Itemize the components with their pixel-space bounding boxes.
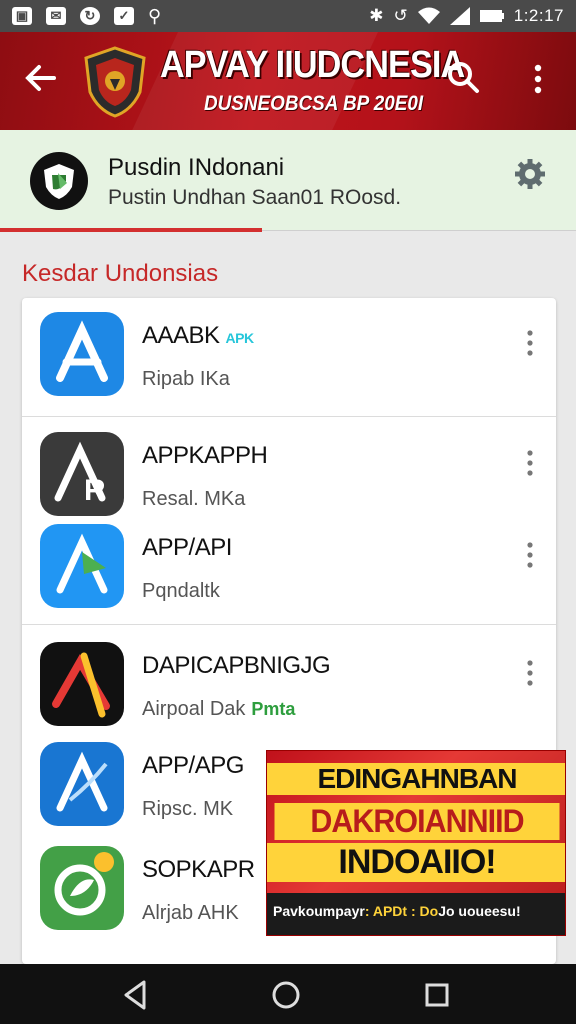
banner-headline-2: DAKROIANNIID: [274, 803, 560, 840]
app-icon-blue-2: [40, 742, 124, 826]
app-icon-blue: [40, 524, 124, 608]
list-item[interactable]: DAPICAPBNIGJG Airpoal Dak Pmta: [22, 628, 556, 726]
more-vert-icon[interactable]: [520, 540, 540, 570]
list-item[interactable]: R APPKAPPH Resal. MKa: [22, 418, 556, 516]
more-vert-icon[interactable]: [520, 328, 540, 358]
wifi-icon: [417, 7, 440, 24]
app-icon-dark: R: [40, 432, 124, 516]
divider: [22, 624, 556, 625]
app-name: DAPICAPBNIGJG: [142, 652, 331, 679]
signal-icon: [449, 7, 470, 25]
profile-subtitle: Pustin Undhan Saan01 ROosd.: [108, 186, 402, 209]
clock: 1:2:17: [513, 6, 564, 25]
banner-headline-1: EDINGAHNBAN: [267, 763, 565, 795]
bluetooth-icon: ✱: [369, 6, 384, 25]
more-vert-icon[interactable]: [520, 658, 540, 688]
more-vert-icon[interactable]: [520, 448, 540, 478]
app-icon-black: [40, 642, 124, 726]
app-subtitle: DUSNEOBCSA BP 20E0I: [204, 92, 424, 115]
recents-nav-icon[interactable]: [420, 978, 454, 1012]
more-options-button[interactable]: [524, 62, 552, 96]
app-title: APVAY IIUDCNESIA: [160, 44, 465, 86]
home-nav-icon[interactable]: [269, 978, 303, 1012]
usb-icon: ⚲: [148, 5, 162, 26]
banner-footer-text: Pavkoumpayr: APDt : DoJo uoueesu!: [273, 903, 521, 919]
app-bar: APVAY IIUDCNESIA DUSNEOBCSA BP 20E0I: [0, 32, 576, 130]
app-publisher: Resal. MKa: [142, 488, 246, 510]
crest-logo: [84, 46, 146, 118]
banner-headline-3: INDOAIIO!: [267, 843, 565, 882]
email-icon: ✉: [46, 7, 66, 25]
back-nav-icon[interactable]: [118, 978, 152, 1012]
sync-icon: ↻: [80, 7, 100, 25]
app-publisher: Pqndaltk: [142, 580, 220, 602]
app-name: AAABK APK: [142, 322, 254, 349]
app-publisher: Airpoal Dak Pmta: [142, 698, 296, 720]
divider: [22, 416, 556, 417]
battery-icon: [479, 10, 504, 22]
back-button[interactable]: [20, 58, 60, 98]
search-button[interactable]: [446, 60, 480, 94]
gear-icon[interactable]: [512, 156, 548, 192]
app-publisher: Alrjab AHK: [142, 902, 239, 924]
svg-text:R: R: [84, 474, 106, 507]
list-item[interactable]: APP/API Pqndaltk: [22, 510, 556, 608]
profile-avatar: [30, 152, 88, 210]
app-name: APP/APG: [142, 752, 244, 779]
app-store-icon: [40, 312, 124, 396]
notification-icon: ▣: [12, 7, 32, 25]
tab-divider: [262, 230, 576, 231]
app-icon-green: [40, 846, 124, 930]
profile-name: Pusdin INdonani: [108, 154, 285, 181]
navigation-bar: [0, 964, 576, 1024]
profile-card[interactable]: Pusdin INdonani Pustin Undhan Saan01 ROo…: [0, 130, 576, 230]
shield-icon: [44, 164, 74, 199]
tab-indicator: [0, 228, 262, 232]
app-name: SOPKAPR: [142, 856, 255, 883]
app-publisher: Ripsc. MK: [142, 798, 234, 820]
list-item[interactable]: AAABK APK Ripab IKa: [22, 298, 556, 396]
app-name: APP/API: [142, 534, 232, 561]
app-icon: ✓: [114, 7, 134, 25]
app-publisher: Ripab IKa: [142, 368, 230, 390]
section-title: Kesdar Undonsias: [22, 260, 219, 287]
promo-banner[interactable]: EDINGAHNBAN DAKROIANNIID INDOAIIO! Pavko…: [266, 750, 566, 936]
status-bar: ▣ ✉ ↻ ✓ ⚲ ✱ ↺ 1:2:17: [0, 0, 576, 32]
sync-small-icon: ↺: [393, 6, 408, 25]
app-name: APPKAPPH: [142, 442, 268, 469]
